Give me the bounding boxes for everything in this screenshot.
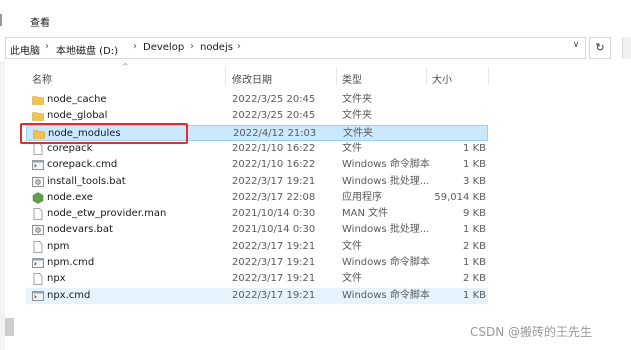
file-size: 2 KB	[463, 240, 486, 252]
breadcrumb-separator-icon[interactable]: ›	[45, 41, 49, 52]
file-size: 1 KB	[463, 159, 486, 171]
file-row[interactable]: npm 2022/3/17 19:21 文件 2 KB	[26, 239, 488, 255]
cmd-file-icon	[32, 159, 44, 171]
bat-file-icon	[32, 176, 44, 188]
breadcrumb-separator-icon[interactable]: ›	[133, 41, 137, 52]
file-type: 文件	[342, 273, 362, 285]
file-name: npm.cmd	[47, 257, 95, 268]
file-type: 文件	[342, 240, 362, 252]
file-date: 2022/3/17 19:21	[232, 240, 316, 252]
column-divider[interactable]	[225, 67, 226, 85]
file-row[interactable]: node_cache 2022/3/25 20:45 文件夹	[26, 92, 488, 108]
file-date: 2022/3/17 19:21	[232, 273, 316, 285]
file-row[interactable]: install_tools.bat 2022/3/17 19:21 Windows …	[26, 174, 488, 190]
file-name: npx.cmd	[47, 289, 91, 301]
refresh-icon: ↻	[595, 41, 605, 54]
breadcrumb-separator-icon[interactable]: ›	[190, 41, 194, 52]
file-row[interactable]: nodevars.bat 2021/10/14 0:30 Windows 批处理..…	[26, 222, 488, 238]
file-date: 2021/10/14 0:30	[232, 208, 316, 220]
file-row[interactable]: npx.cmd 2022/3/17 19:21 Windows 命令脚本 1 KB	[26, 287, 488, 304]
bat-file-icon	[32, 224, 44, 236]
file-type: Windows 命令脚本	[342, 257, 430, 268]
column-divider[interactable]	[426, 67, 427, 85]
file-type: 应用程序	[342, 191, 382, 203]
file-date: 2022/3/25 20:45	[232, 110, 316, 122]
file-size: 59,014 KB	[434, 191, 486, 203]
column-header-date[interactable]: 修改日期	[232, 71, 272, 86]
file-date: 2022/3/17 19:21	[232, 175, 316, 187]
node-exe-icon	[32, 192, 44, 204]
ribbon	[0, 0, 631, 37]
file-row[interactable]: node_global 2022/3/25 20:45 文件夹	[26, 108, 488, 124]
scrollbar-thumb[interactable]	[5, 318, 14, 336]
annotation-highlight-box	[20, 123, 188, 144]
column-header-name[interactable]: 名称	[32, 71, 52, 86]
file-size: 1 KB	[463, 289, 486, 301]
file-date: 2021/10/14 0:30	[232, 224, 316, 236]
breadcrumb-develop[interactable]: Develop	[143, 42, 184, 53]
file-size: 1 KB	[463, 142, 486, 154]
file-date: 2022/1/10 16:22	[232, 159, 316, 171]
file-type: 文件夹	[343, 127, 373, 139]
file-row[interactable]: node_etw_provider.man 2021/10/14 0:30 MAN …	[26, 206, 488, 222]
file-name: node_etw_provider.man	[47, 208, 167, 220]
breadcrumb-nodejs[interactable]: nodejs	[200, 42, 233, 53]
refresh-button[interactable]: ↻	[589, 37, 611, 59]
file-row[interactable]: npm.cmd 2022/3/17 19:21 Windows 命令脚本 1 KB	[26, 255, 488, 271]
file-name: npx	[47, 273, 66, 285]
file-type: Windows 批处理...	[342, 175, 430, 187]
file-icon	[32, 142, 44, 155]
file-type: Windows 批处理...	[342, 224, 430, 236]
cmd-file-icon	[32, 290, 44, 302]
folder-icon	[32, 94, 44, 106]
file-icon	[32, 240, 44, 253]
navigation-pane	[0, 62, 5, 350]
file-row[interactable]: node.exe 2022/3/17 22:08 应用程序 59,014 KB	[26, 190, 488, 206]
file-name: node_global	[47, 110, 108, 122]
file-icon	[32, 208, 44, 220]
breadcrumb-separator-icon[interactable]: ›	[237, 41, 241, 52]
file-row[interactable]: corepack.cmd 2022/1/10 16:22 Windows 命令脚本 1…	[26, 157, 488, 173]
breadcrumb-drive[interactable]: 本地磁盘 (D:)	[56, 42, 118, 57]
file-size: 9 KB	[463, 208, 486, 220]
chevron-down-icon[interactable]: ∨	[569, 40, 583, 54]
column-header-size[interactable]: 大小	[432, 71, 452, 86]
ribbon-edge	[0, 14, 2, 26]
file-date: 2022/3/17 19:21	[232, 257, 316, 268]
file-name: node_cache	[47, 94, 107, 105]
file-icon	[32, 273, 44, 286]
file-name: install_tools.bat	[47, 175, 126, 187]
file-type: Windows 命令脚本	[342, 289, 430, 301]
file-name: corepack.cmd	[47, 159, 118, 171]
file-size: 1 KB	[463, 224, 486, 236]
cmd-file-icon	[32, 257, 44, 269]
column-divider[interactable]	[488, 67, 489, 85]
file-size: 3 KB	[463, 175, 486, 187]
sort-ascending-icon: ^	[122, 62, 129, 71]
column-divider[interactable]	[336, 67, 337, 85]
file-date: 2022/4/12 21:03	[233, 127, 317, 139]
file-name: nodevars.bat	[47, 224, 113, 236]
file-type: MAN 文件	[342, 208, 389, 220]
file-type: Windows 命令脚本	[342, 159, 430, 171]
folder-icon	[32, 110, 44, 122]
file-date: 2022/1/10 16:22	[232, 142, 316, 154]
file-row[interactable]: npx 2022/3/17 19:21 文件 2 KB	[26, 271, 488, 287]
breadcrumb-this-pc[interactable]: 此电脑	[10, 42, 40, 57]
watermark: CSDN @搬砖的王先生	[470, 325, 593, 339]
file-size: 1 KB	[463, 257, 486, 268]
file-name: npm	[47, 240, 70, 252]
tab-view[interactable]: 查看	[30, 14, 50, 29]
search-box-edge[interactable]	[622, 37, 631, 59]
file-date: 2022/3/17 19:21	[232, 289, 316, 301]
file-type: 文件夹	[342, 94, 372, 105]
file-date: 2022/3/25 20:45	[232, 94, 316, 105]
file-date: 2022/3/17 22:08	[232, 191, 316, 203]
file-size: 2 KB	[463, 273, 486, 285]
file-type: 文件	[342, 142, 362, 154]
column-header-type[interactable]: 类型	[342, 71, 362, 86]
file-name: node.exe	[47, 191, 93, 203]
file-type: 文件夹	[342, 110, 372, 122]
